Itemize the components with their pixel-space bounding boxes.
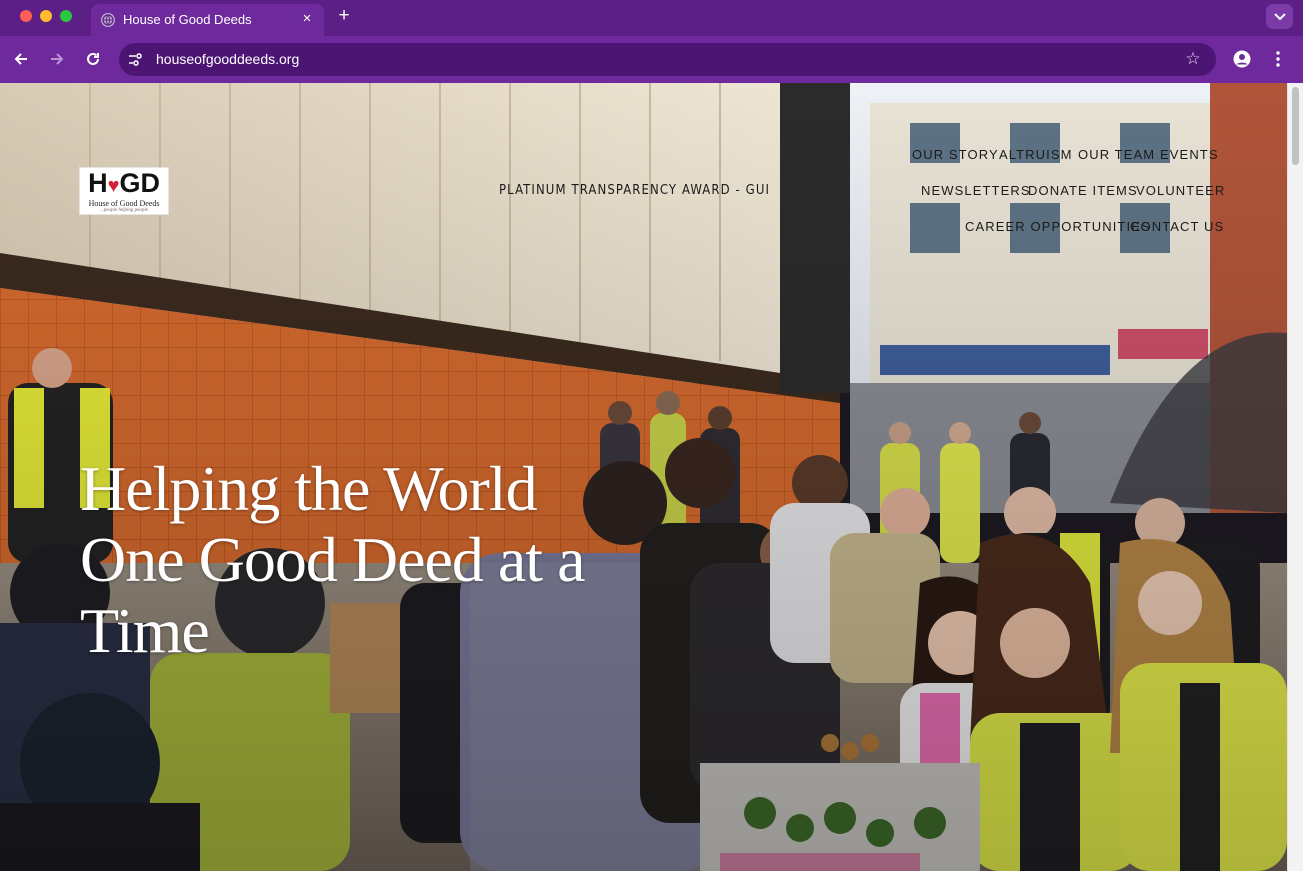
browser-tab-bar: House of Good Deeds × + [0,0,1303,36]
nav-volunteer[interactable]: VOLUNTEER [1136,183,1225,198]
browser-tab[interactable]: House of Good Deeds × [91,4,324,36]
bookmark-star-icon[interactable]: ☆ [1184,50,1202,68]
logo-mark-right: GD [119,168,160,198]
hero-line-1: Helping the World [80,453,538,524]
logo-name: House of Good Deeds [88,199,160,208]
nav-events[interactable]: EVENTS [1160,147,1219,162]
globe-icon [101,13,115,27]
plus-icon[interactable]: + [333,5,355,27]
browser-toolbar: houseofgooddeeds.org ☆ [0,36,1303,83]
site-settings-icon[interactable] [127,51,144,68]
heart-icon: ♥ [107,175,120,197]
nav-contact-us[interactable]: CONTACT US [1130,219,1224,234]
forward-arrow-icon[interactable] [45,47,69,71]
address-bar[interactable]: houseofgooddeeds.org ☆ [119,43,1216,76]
profile-icon[interactable] [1231,48,1253,70]
nav-newsletters[interactable]: NEWSLETTERS [921,183,1031,198]
nav-our-story[interactable]: OUR STORY [912,147,999,162]
hero-line-2: One Good Deed at a [80,524,585,595]
chevron-down-icon[interactable] [1266,4,1293,29]
site-logo[interactable]: H♥GD House of Good Deeds ...people helpi… [79,167,169,215]
hero-headline: Helping the World One Good Deed at a Tim… [80,453,680,666]
nav-altruism[interactable]: ALTRUISM [999,147,1073,162]
more-menu-icon[interactable] [1268,48,1288,70]
back-arrow-icon[interactable] [9,47,33,71]
guidestar-award-link[interactable]: PLATINUM TRANSPARENCY AWARD - GUIDESTAR [499,183,771,198]
fullscreen-window-button[interactable] [60,10,72,22]
logo-tagline: ...people helping people [100,208,148,213]
nav-our-team[interactable]: OUR TEAM [1078,147,1155,162]
reload-icon[interactable] [81,47,105,71]
url-text[interactable]: houseofgooddeeds.org [156,51,299,67]
scrollbar-thumb[interactable] [1292,87,1299,165]
close-window-button[interactable] [20,10,32,22]
nav-career-opportunities[interactable]: CAREER OPPORTUNITIES [965,219,1151,234]
nav-donate-items[interactable]: DONATE ITEMS [1028,183,1138,198]
hero-line-3: Time [80,595,210,666]
page-scrollbar[interactable] [1287,83,1303,871]
logo-mark: H♥GD [80,170,168,200]
page-viewport: H♥GD House of Good Deeds ...people helpi… [0,83,1287,871]
tab-title: House of Good Deeds [123,12,252,27]
minimize-window-button[interactable] [40,10,52,22]
close-icon[interactable]: × [298,10,316,28]
logo-mark-left: H [88,168,108,198]
